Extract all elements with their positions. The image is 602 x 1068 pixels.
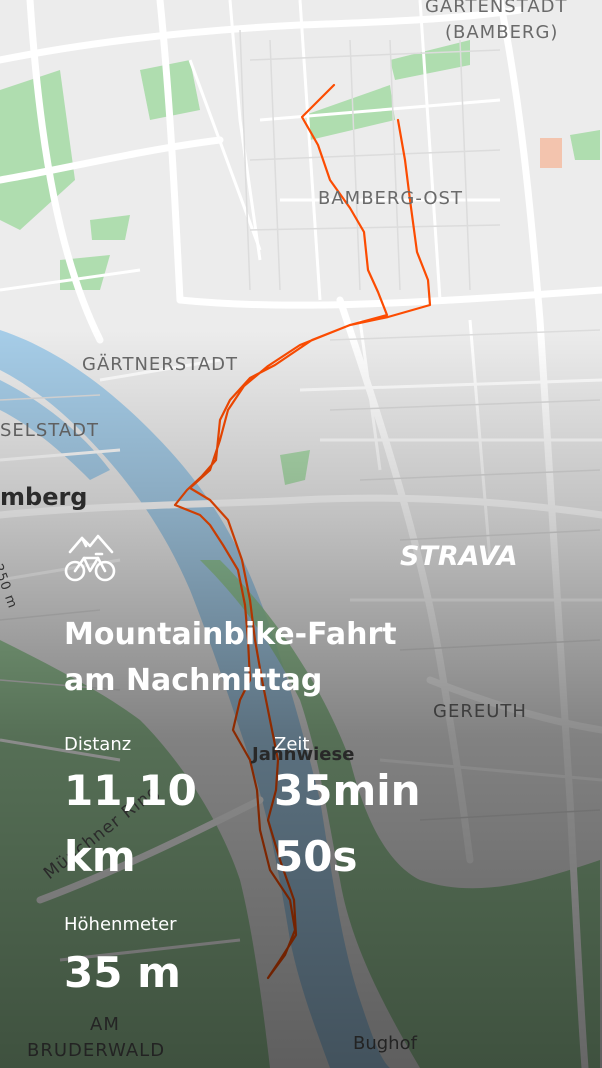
map-label-inselstadt: SELSTADT [0,420,100,441]
activity-title: Mountainbike-Fahrt am Nachmittag [64,612,484,704]
time-value: 35min 50s [274,762,421,886]
activity-title-line-2: am Nachmittag [64,663,323,698]
map-label-gereuth: GEREUTH [433,701,527,722]
mountain-bike-icon [64,534,116,582]
map-label-bamberg-ost: BAMBERG-OST [318,188,463,209]
elevation-label: Höhenmeter [64,914,177,935]
elevation-value: 35 m [64,948,181,997]
map-label-am: AM [90,1014,120,1035]
distance-value-unit: km [64,832,136,881]
time-value-minutes: 35min [274,766,421,815]
distance-value: 11,10 km [64,762,197,886]
map-label-bruderwald: BRUDERWALD [27,1040,166,1061]
map-label-bamberg: mberg [0,483,88,511]
time-value-seconds: 50s [274,832,358,881]
distance-label: Distanz [64,734,132,755]
map-label-gaertnerstadt: GÄRTNERSTADT [82,354,238,375]
map-label-gartenstadt: GARTENSTADT [425,0,568,17]
strava-logo: STRAVA [400,541,518,572]
map-label-bughof: Bughof [353,1033,417,1054]
map-label-bamberg-paren: (BAMBERG) [445,22,559,43]
time-label: Zeit [274,734,310,755]
distance-value-number: 11,10 [64,766,197,815]
activity-title-line-1: Mountainbike-Fahrt [64,617,397,652]
